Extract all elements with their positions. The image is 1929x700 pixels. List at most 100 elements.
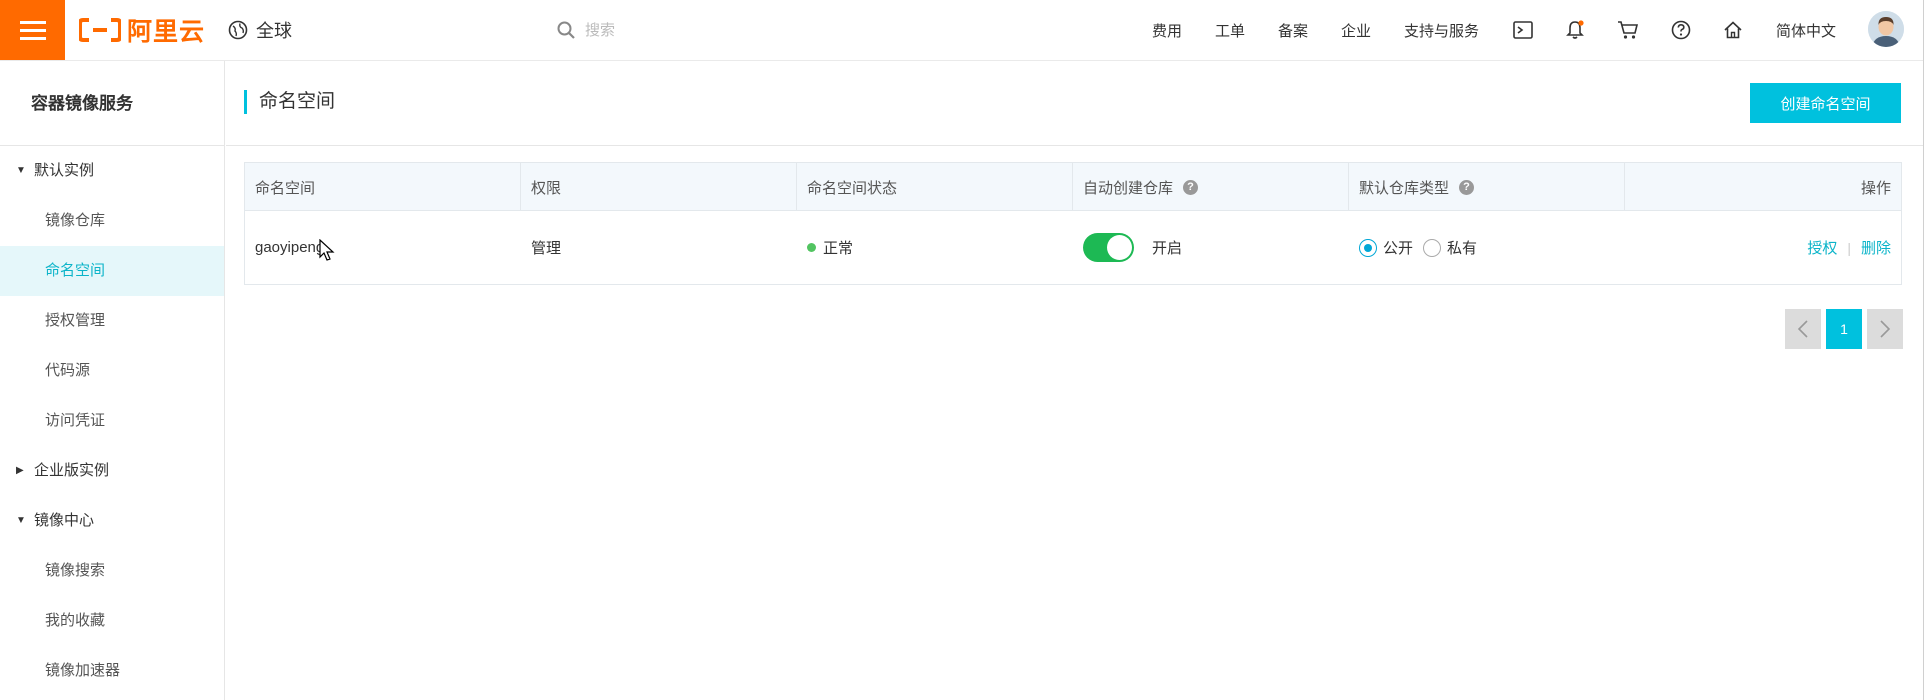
cell-auto-create: 开启: [1073, 211, 1349, 284]
help-icon[interactable]: ?: [1459, 179, 1475, 195]
sidebar-item-authorization[interactable]: 授权管理: [0, 296, 224, 346]
column-header-actions: 操作: [1625, 163, 1901, 211]
cell-status: 正常: [797, 211, 1073, 284]
notifications-button[interactable]: [1562, 17, 1588, 43]
nav-support-label[interactable]: 支持与服务: [1404, 20, 1479, 41]
sidebar-item-favorites[interactable]: 我的收藏: [0, 596, 224, 646]
window-edge: [1923, 0, 1929, 700]
hamburger-menu-button[interactable]: [0, 0, 65, 60]
radio-private-label[interactable]: 私有: [1447, 237, 1477, 258]
sidebar-group-image-center[interactable]: ▼ 镜像中心: [0, 496, 224, 546]
hamburger-icon: [19, 21, 46, 40]
sidebar-group-label: 镜像中心: [34, 512, 95, 529]
nav-icp-label[interactable]: 备案: [1278, 20, 1308, 41]
help-icon[interactable]: ?: [1183, 179, 1199, 195]
bell-icon: [1566, 20, 1584, 39]
cell-permission: 管理: [531, 240, 562, 257]
nav-enterprise-label[interactable]: 企业: [1341, 20, 1371, 41]
sidebar-item-code-source[interactable]: 代码源: [0, 346, 224, 396]
namespace-table: 命名空间 权限 命名空间状态 自动创建仓库 ? 默认仓库类型 ? 操作 gaoy…: [244, 162, 1902, 285]
radio-public[interactable]: [1359, 238, 1377, 257]
terminal-button[interactable]: [1510, 17, 1536, 43]
status-text: 正常: [823, 240, 854, 257]
column-header-permission: 权限: [521, 163, 797, 211]
sidebar-item-accelerator[interactable]: 镜像加速器: [0, 646, 224, 696]
column-header-label: 命名空间: [255, 179, 316, 197]
avatar-icon: [1868, 11, 1904, 47]
page-title: 命名空间: [244, 90, 335, 114]
radio-private[interactable]: [1423, 238, 1442, 257]
chevron-right-icon: [1880, 320, 1891, 338]
caret-right-icon: ▶: [16, 465, 24, 476]
language-label[interactable]: 简体中文: [1776, 20, 1836, 41]
nav-support[interactable]: 支持与服务: [1404, 0, 1479, 60]
user-avatar[interactable]: [1868, 11, 1904, 47]
sidebar: 容器镜像服务 ▼ 默认实例 镜像仓库 命名空间 授权管理 代码源 访问凭证 ▶ …: [0, 61, 225, 700]
top-bar: 阿里云 全球 费用 工单 备案 企业 支持与服务: [0, 0, 1929, 61]
search-icon: [557, 21, 575, 39]
logo-text: 阿里云: [127, 18, 206, 46]
nav-fees-label[interactable]: 费用: [1152, 20, 1182, 41]
help-button[interactable]: [1668, 17, 1694, 43]
sidebar-title: 容器镜像服务: [0, 61, 224, 146]
prev-page-button[interactable]: [1785, 309, 1821, 349]
sidebar-group-label: 企业版实例: [34, 462, 110, 479]
column-header-label: 默认仓库类型: [1359, 179, 1450, 197]
column-header-status: 命名空间状态: [797, 163, 1073, 211]
nav-enterprise[interactable]: 企业: [1341, 0, 1371, 60]
toggle-knob: [1107, 235, 1132, 260]
page-header: 命名空间 创建命名空间: [226, 61, 1929, 146]
home-icon: [1724, 21, 1742, 39]
sidebar-item-namespaces[interactable]: 命名空间: [0, 246, 224, 296]
authorize-link[interactable]: 授权: [1807, 237, 1837, 258]
globe-icon: [228, 20, 248, 40]
cell-actions: 授权 | 删除: [1625, 211, 1901, 284]
aliyun-logo[interactable]: 阿里云: [79, 14, 205, 46]
page-button-1[interactable]: 1: [1826, 309, 1862, 349]
aliyun-logo-icon: [79, 18, 121, 42]
caret-down-icon: ▼: [16, 165, 26, 176]
question-circle-icon: [1671, 20, 1691, 40]
search-box[interactable]: [557, 16, 917, 44]
language-selector[interactable]: 简体中文: [1776, 0, 1836, 60]
toggle-label: 开启: [1152, 240, 1183, 257]
radio-public-label[interactable]: 公开: [1383, 237, 1413, 258]
search-input[interactable]: [585, 21, 885, 39]
sidebar-group-enterprise-instance[interactable]: ▶ 企业版实例: [0, 446, 224, 496]
region-selector[interactable]: 全球: [228, 17, 292, 43]
column-header-label: 操作: [1860, 179, 1891, 197]
home-button[interactable]: [1720, 17, 1746, 43]
nav-fees[interactable]: 费用: [1152, 0, 1182, 60]
region-label: 全球: [256, 21, 292, 41]
auto-create-toggle[interactable]: [1083, 233, 1134, 262]
sidebar-group-label: 默认实例: [34, 162, 95, 179]
cart-icon: [1618, 21, 1639, 39]
terminal-icon: [1513, 21, 1533, 39]
sidebar-item-image-search[interactable]: 镜像搜索: [0, 546, 224, 596]
sidebar-group-default-instance[interactable]: ▼ 默认实例: [0, 146, 224, 196]
chevron-left-icon: [1797, 320, 1808, 338]
mouse-cursor-icon: [319, 239, 335, 261]
status-dot-icon: [807, 243, 816, 252]
caret-down-icon: ▼: [16, 515, 26, 526]
delete-link[interactable]: 删除: [1861, 237, 1891, 258]
column-header-namespace: 命名空间: [245, 163, 521, 211]
table-row: gaoyipeng 管理 正常 开启 公开 私有 授权 | 删除: [245, 211, 1901, 284]
column-header-label: 权限: [531, 179, 562, 197]
sidebar-item-access-credential[interactable]: 访问凭证: [0, 396, 224, 446]
action-separator: |: [1847, 239, 1851, 256]
sidebar-item-repositories[interactable]: 镜像仓库: [0, 196, 224, 246]
create-namespace-button[interactable]: 创建命名空间: [1750, 83, 1901, 123]
cart-button[interactable]: [1615, 17, 1641, 43]
column-header-auto-create: 自动创建仓库 ?: [1073, 163, 1349, 211]
next-page-button[interactable]: [1867, 309, 1903, 349]
pagination: 1: [1785, 309, 1903, 349]
nav-tickets-label[interactable]: 工单: [1215, 20, 1245, 41]
column-header-label: 自动创建仓库: [1083, 179, 1174, 197]
nav-icp[interactable]: 备案: [1278, 0, 1308, 60]
column-header-repo-type: 默认仓库类型 ?: [1349, 163, 1625, 211]
cell-repo-type: 公开 私有: [1349, 211, 1625, 284]
table-header: 命名空间 权限 命名空间状态 自动创建仓库 ? 默认仓库类型 ? 操作: [245, 163, 1901, 211]
column-header-label: 命名空间状态: [807, 179, 898, 197]
nav-tickets[interactable]: 工单: [1215, 0, 1245, 60]
